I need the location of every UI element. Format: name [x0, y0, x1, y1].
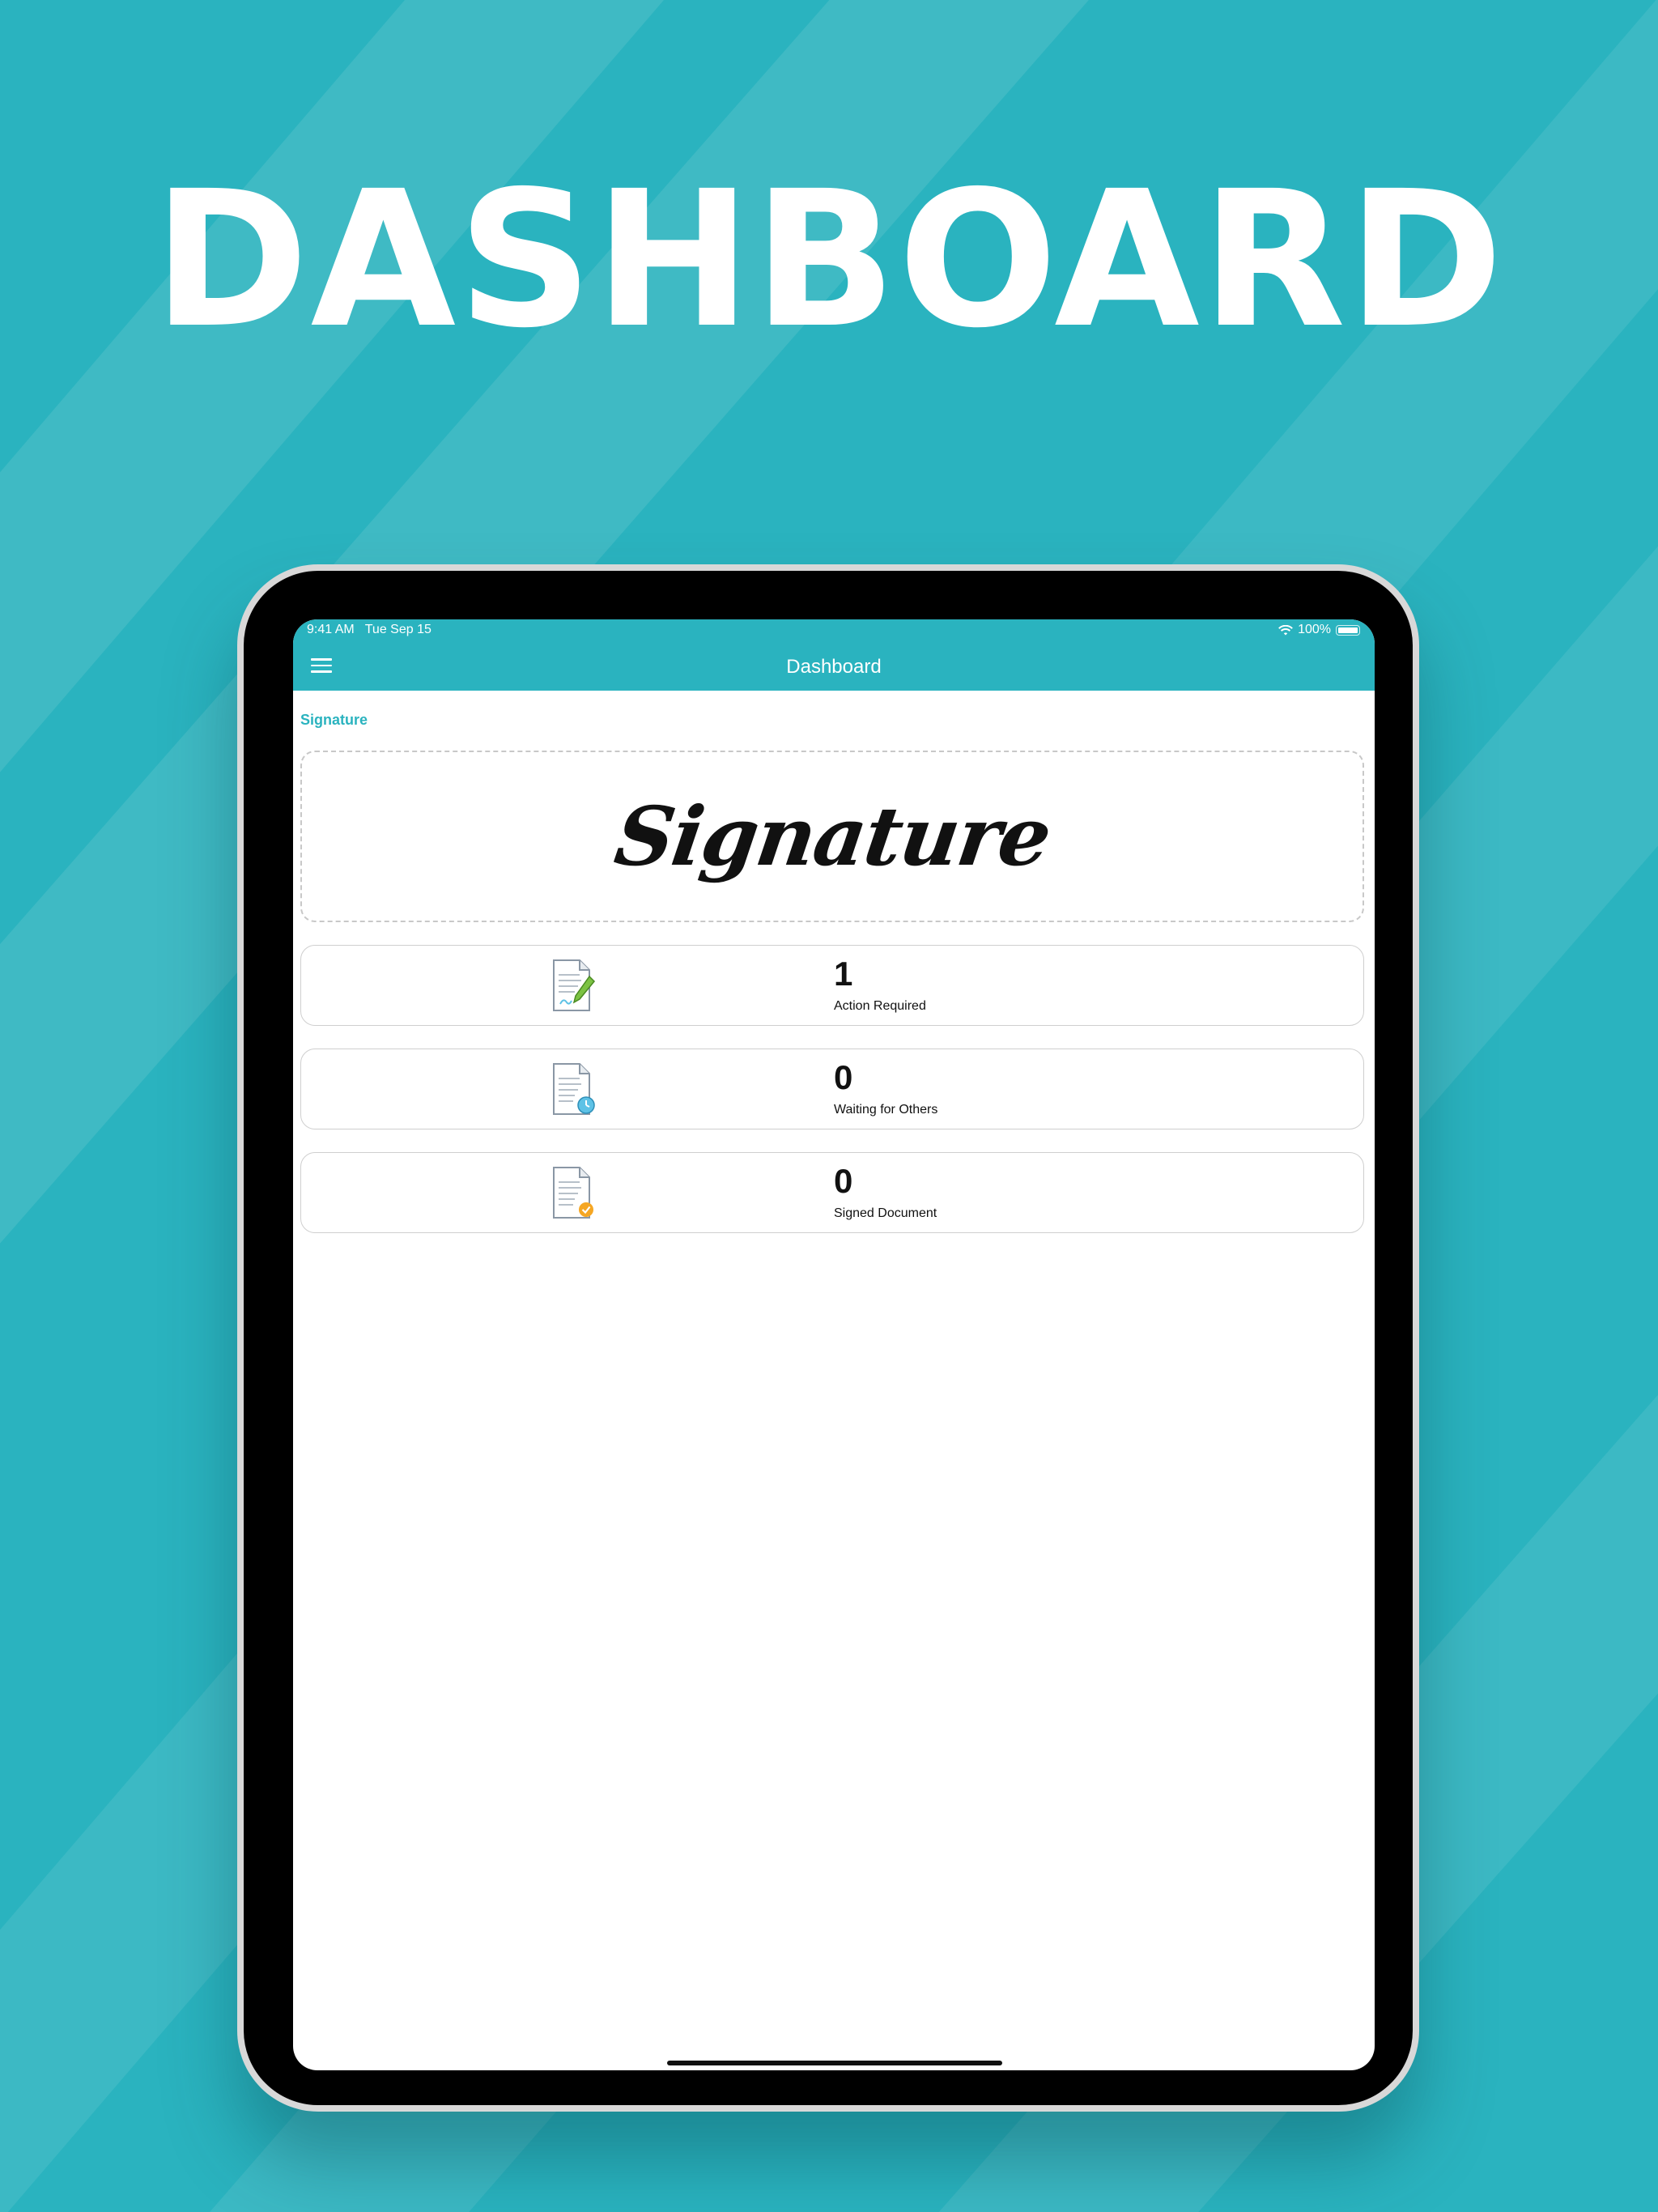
- signature-image: Signature: [609, 789, 1056, 884]
- status-bar: 9:41 AM Tue Sep 15 100%: [293, 619, 1375, 640]
- status-date: Tue Sep 15: [364, 623, 432, 636]
- document-clock-icon: [553, 1063, 595, 1115]
- stat-value: 1: [834, 955, 853, 993]
- stat-value: 0: [834, 1162, 853, 1200]
- tablet-frame: 9:41 AM Tue Sep 15 100% Dashboard Signat…: [237, 564, 1419, 2112]
- battery-icon: [1336, 624, 1360, 636]
- nav-title: Dashboard: [786, 656, 882, 678]
- signature-section-label: Signature: [300, 712, 368, 728]
- status-clock: 9:41 AM: [307, 623, 355, 636]
- signature-box[interactable]: Signature: [300, 751, 1364, 922]
- stat-label: Signed Document: [834, 1206, 937, 1220]
- wifi-icon: [1278, 624, 1293, 635]
- stat-label: Waiting for Others: [834, 1103, 938, 1117]
- stat-label: Action Required: [834, 999, 926, 1013]
- stat-card-action-required[interactable]: 1 Action Required: [300, 945, 1364, 1026]
- app-screen: 9:41 AM Tue Sep 15 100% Dashboard Signat…: [293, 619, 1375, 2070]
- stat-value: 0: [834, 1058, 853, 1096]
- status-time: 9:41 AM Tue Sep 15: [307, 623, 432, 637]
- navbar: Dashboard: [293, 640, 1375, 691]
- battery-percent: 100%: [1298, 623, 1331, 636]
- stat-card-waiting-for-others[interactable]: 0 Waiting for Others: [300, 1049, 1364, 1129]
- tablet-bezel: 9:41 AM Tue Sep 15 100% Dashboard Signat…: [244, 571, 1413, 2105]
- document-pen-icon: [553, 959, 596, 1011]
- document-check-icon: [553, 1167, 593, 1219]
- headline: DASHBOARD: [153, 151, 1505, 369]
- status-right: 100%: [1278, 623, 1360, 637]
- stat-card-signed-document[interactable]: 0 Signed Document: [300, 1152, 1364, 1233]
- home-indicator[interactable]: [667, 2061, 1002, 2065]
